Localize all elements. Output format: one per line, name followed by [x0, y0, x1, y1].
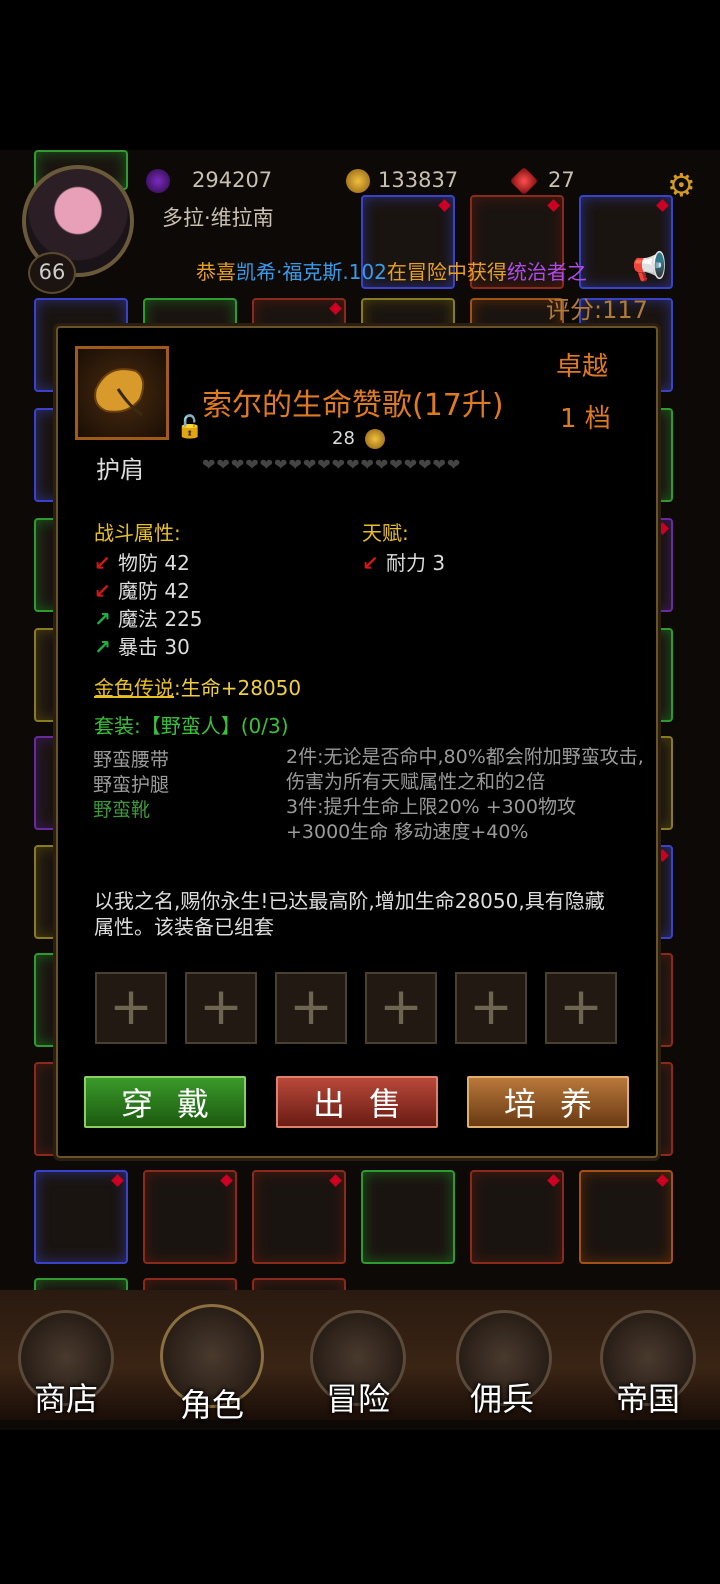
- coin-icon: [346, 169, 370, 193]
- announcement-player: 凯希·福克斯.102: [236, 260, 387, 284]
- item-tier: 1 档: [560, 404, 611, 434]
- combat-stat: ↗ 暴击 30: [94, 631, 190, 660]
- combat-stat-text: 暴击 30: [118, 635, 190, 659]
- announcement-prefix: 恭喜: [196, 260, 236, 284]
- combat-stat: ↙ 魔防 42: [94, 575, 190, 604]
- currency-ruby-value: 27: [548, 168, 575, 192]
- arrow-down-icon: ↙: [94, 579, 111, 603]
- player-name: 多拉·维拉南: [162, 206, 274, 230]
- arrow-down-icon: ↙: [362, 551, 379, 575]
- talent-stat: ↙ 耐力 3: [362, 547, 445, 576]
- currency-dark-crystal-value: 294207: [192, 168, 273, 192]
- combat-stat-text: 魔法 225: [118, 607, 203, 631]
- combat-stat-text: 魔防 42: [118, 579, 190, 603]
- inventory-slot-armor[interactable]: [34, 1170, 128, 1264]
- inventory-slot-belt[interactable]: [252, 1170, 346, 1264]
- announcement-text: 在冒险中获得: [386, 260, 507, 284]
- item-rank: 卓越: [556, 352, 609, 382]
- legend-label: 金色传说: [94, 676, 174, 700]
- shoulder-armor-icon: [94, 368, 145, 417]
- legend-attribute: 金色传说:生命+28050: [94, 672, 301, 701]
- combat-stat: ↗ 魔法 225: [94, 603, 203, 632]
- gem-socket[interactable]: +: [95, 972, 167, 1044]
- inventory-slot-shoulder[interactable]: [470, 1170, 564, 1264]
- gem-socket[interactable]: +: [545, 972, 617, 1044]
- item-price-value: 28: [332, 428, 355, 449]
- talent-title: 天赋:: [362, 521, 409, 545]
- inventory-slot-belt[interactable]: [143, 1170, 237, 1264]
- set-item: 野蛮腰带: [93, 749, 170, 771]
- item-icon: [75, 346, 169, 440]
- arrow-up-icon: ↗: [94, 635, 111, 659]
- gem-socket[interactable]: +: [365, 972, 437, 1044]
- wear-button[interactable]: 穿戴: [84, 1076, 246, 1128]
- announcement-item: 统治者之: [506, 260, 587, 284]
- set-title: 套装:【野蛮人】(0/3): [94, 714, 289, 738]
- set-bonus-2: 2件:无论是否命中,80%都会附加野蛮攻击,伤害为所有天赋属性之和的2倍: [286, 746, 644, 793]
- item-title: 索尔的生命赞歌(17升): [202, 388, 504, 423]
- settings-gear-icon[interactable]: ⚙: [667, 166, 696, 204]
- legend-separator: :: [174, 676, 181, 700]
- announcement-horn-icon[interactable]: 📢: [632, 250, 667, 283]
- talent-stat-text: 耐力 3: [386, 551, 446, 575]
- gem-socket[interactable]: +: [275, 972, 347, 1044]
- set-item-owned: 野蛮靴: [93, 799, 151, 821]
- currency-dark-crystal: 294207: [146, 165, 272, 195]
- sell-button[interactable]: 出售: [276, 1076, 438, 1128]
- item-slot-name: 护肩: [96, 456, 144, 484]
- currency-ruby: 27: [509, 165, 575, 196]
- lock-icon[interactable]: 🔓: [176, 415, 203, 440]
- coin-icon: [364, 429, 385, 449]
- combat-stat: ↙ 物防 42: [94, 547, 190, 576]
- train-button[interactable]: 培养: [467, 1076, 629, 1128]
- player-level: 66: [28, 252, 76, 294]
- currency-gold: 133837: [346, 165, 458, 195]
- gem-socket[interactable]: +: [455, 972, 527, 1044]
- ruby-icon: [509, 166, 539, 196]
- nav-empire-label[interactable]: 帝国: [616, 1374, 680, 1420]
- arrow-up-icon: ↗: [94, 607, 111, 631]
- combat-stats-title: 战斗属性:: [94, 521, 181, 545]
- legend-value: 生命+28050: [180, 676, 302, 700]
- inventory-slot-belt[interactable]: [361, 1170, 455, 1264]
- combat-stat-text: 物防 42: [118, 551, 190, 575]
- inventory-slot-shoulder[interactable]: [579, 1170, 673, 1264]
- nav-adventure-label[interactable]: 冒险: [326, 1374, 390, 1420]
- item-flavor-text: 以我之名,赐你永生!已达最高阶,增加生命28050,具有隐藏属性。该装备已组套: [94, 889, 605, 939]
- item-hearts: ❤❤❤❤❤❤❤❤❤❤❤❤❤❤❤❤❤❤: [202, 455, 462, 474]
- item-price: 28: [332, 428, 385, 449]
- announcement-marquee: 恭喜凯希·福克斯.102在冒险中获得统治者之: [196, 256, 636, 285]
- set-description: 2件:无论是否命中,80%都会附加野蛮攻击,伤害为所有天赋属性之和的2倍 3件:…: [286, 745, 646, 845]
- arrow-down-icon: ↙: [94, 551, 111, 575]
- currency-gold-value: 133837: [378, 168, 459, 192]
- set-item: 野蛮护腿: [93, 774, 170, 796]
- crystal-icon: [146, 169, 170, 193]
- nav-role-label[interactable]: 角色: [180, 1380, 244, 1426]
- score-label: 评分:117: [546, 296, 648, 324]
- nav-shop-label[interactable]: 商店: [34, 1374, 98, 1420]
- set-bonus-3: 3件:提升生命上限20% +300物攻 +3000生命 移动速度+40%: [286, 796, 576, 843]
- gem-socket[interactable]: +: [185, 972, 257, 1044]
- nav-mercenary-label[interactable]: 佣兵: [470, 1374, 534, 1420]
